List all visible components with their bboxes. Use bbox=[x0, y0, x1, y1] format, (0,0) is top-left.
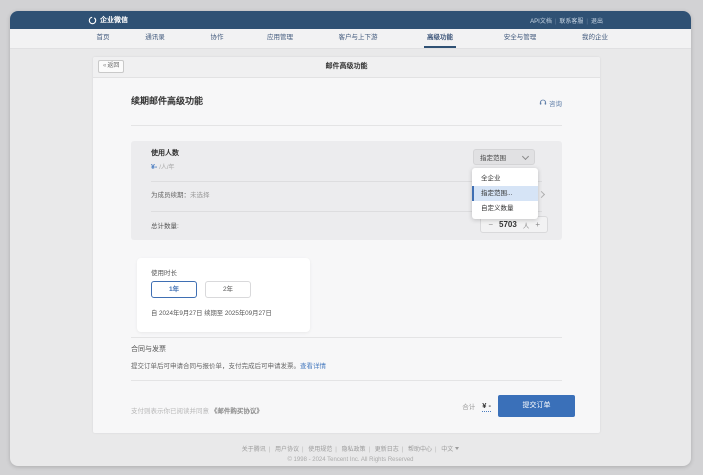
app-window: 企业微信 API文档 联系客服 退出 首页 通讯录 协作 应用管理 客户与上下游… bbox=[10, 11, 691, 466]
nav-item-my-enterprise[interactable]: 我的企业 bbox=[579, 29, 611, 46]
footer-links: 关于腾讯 用户协议 使用规范 隐私政策 更新日志 帮助中心 中文 bbox=[10, 444, 691, 453]
main-nav: 首页 通讯录 协作 应用管理 客户与上下游 高级功能 安全与管理 我的企业 bbox=[10, 29, 691, 49]
topbar-links: API文档 联系客服 退出 bbox=[530, 16, 603, 25]
footer-privacy-policy[interactable]: 隐私政策 bbox=[341, 447, 373, 453]
chevron-down-icon bbox=[522, 152, 529, 159]
renew-row[interactable]: 为成员续期：未选择 bbox=[151, 189, 210, 199]
nav-item-advanced-features[interactable]: 高级功能 bbox=[424, 29, 456, 48]
footer-about-tencent[interactable]: 关于腾讯 bbox=[242, 447, 274, 453]
caret-down-icon bbox=[455, 447, 459, 450]
range-select-value: 指定范围 bbox=[480, 152, 506, 162]
price-unit: /人/年 bbox=[159, 165, 174, 171]
total-quantity-label: 总计数量: bbox=[151, 220, 179, 230]
quantity-unit: 人 bbox=[523, 220, 530, 230]
consult-label: 咨询 bbox=[549, 98, 562, 108]
duration-card: 使用时长 1年 2年 自 2024年9月27日 续期至 2025年09月27日 bbox=[137, 258, 310, 332]
price-amount: ¥- bbox=[151, 164, 157, 171]
checkout-bar: 合计 ¥ - 提交订单 bbox=[462, 395, 575, 417]
chevron-right-icon[interactable] bbox=[538, 191, 545, 198]
duration-label: 使用时长 bbox=[151, 267, 177, 277]
logout-link[interactable]: 退出 bbox=[591, 16, 603, 25]
nav-item-collaboration[interactable]: 协作 bbox=[208, 29, 227, 46]
nav-item-app-management[interactable]: 应用管理 bbox=[264, 29, 296, 46]
purchase-agreement-link[interactable]: 《邮件购买协议》 bbox=[211, 408, 263, 415]
contact-support-link[interactable]: 联系客服 bbox=[559, 16, 591, 25]
divider bbox=[131, 337, 562, 338]
headset-icon bbox=[539, 98, 547, 108]
total-value: ¥ - bbox=[482, 401, 491, 412]
nav-item-security-management[interactable]: 安全与管理 bbox=[501, 29, 540, 46]
footer-user-agreement[interactable]: 用户协议 bbox=[275, 447, 307, 453]
footer-language-selector[interactable]: 中文 bbox=[441, 447, 459, 453]
renewal-period-text: 自 2024年9月27日 续期至 2025年09月27日 bbox=[151, 308, 272, 317]
page-title: 邮件高级功能 bbox=[93, 57, 600, 77]
menu-item-whole-enterprise[interactable]: 全企业 bbox=[472, 171, 538, 186]
brand-logo[interactable]: 企业微信 bbox=[88, 15, 128, 25]
brand-name: 企业微信 bbox=[100, 15, 128, 25]
plus-button[interactable]: + bbox=[535, 221, 540, 229]
total-label: 合计 bbox=[462, 401, 475, 411]
duration-options: 1年 2年 bbox=[151, 281, 251, 298]
usage-price: ¥- /人/年 bbox=[151, 162, 175, 171]
footer-help-center[interactable]: 帮助中心 bbox=[408, 447, 440, 453]
mail-advanced-panel: «返回 邮件高级功能 续期邮件高级功能 咨询 bbox=[93, 57, 600, 433]
language-label: 中文 bbox=[441, 447, 453, 453]
wechat-work-logo-icon bbox=[88, 16, 97, 25]
submit-order-button[interactable]: 提交订单 bbox=[498, 395, 575, 417]
invoice-section-title: 合同与发票 bbox=[131, 344, 166, 354]
menu-item-custom-quantity[interactable]: 自定义数量 bbox=[472, 201, 538, 216]
usage-label: 使用人数 bbox=[151, 148, 179, 158]
range-select[interactable]: 指定范围 bbox=[473, 149, 535, 165]
range-dropdown-menu: 全企业 指定范围... 自定义数量 bbox=[472, 168, 538, 219]
section-title: 续期邮件高级功能 bbox=[131, 94, 203, 107]
divider bbox=[131, 125, 562, 126]
topbar: 企业微信 API文档 联系客服 退出 bbox=[10, 11, 691, 29]
panel-header: «返回 邮件高级功能 bbox=[93, 57, 600, 78]
footer: 关于腾讯 用户协议 使用规范 隐私政策 更新日志 帮助中心 中文 © 1998 … bbox=[10, 444, 691, 463]
view-details-link[interactable]: 查看详情 bbox=[300, 363, 326, 370]
invoice-description: 提交订单后可申请合同与报价单，支付完成后可申请发票。查看详情 bbox=[131, 360, 326, 370]
api-docs-link[interactable]: API文档 bbox=[530, 16, 559, 25]
invoice-desc-text: 提交订单后可申请合同与报价单，支付完成后可申请发票。 bbox=[131, 363, 300, 370]
nav-item-home[interactable]: 首页 bbox=[94, 29, 113, 46]
agreement-prefix: 支付则表示你已阅读并同意 bbox=[131, 408, 211, 415]
consult-link[interactable]: 咨询 bbox=[539, 98, 562, 108]
page-body: «返回 邮件高级功能 续期邮件高级功能 咨询 bbox=[10, 49, 691, 466]
payment-agreement-text: 支付则表示你已阅读并同意 《邮件购买协议》 bbox=[131, 405, 263, 415]
menu-item-specified-range[interactable]: 指定范围... bbox=[472, 186, 538, 201]
duration-1-year-button[interactable]: 1年 bbox=[151, 281, 197, 298]
renew-label: 为成员续期： bbox=[151, 192, 190, 199]
duration-2-year-button[interactable]: 2年 bbox=[205, 281, 251, 298]
nav-item-contacts[interactable]: 通讯录 bbox=[142, 29, 168, 46]
page: 企业微信 API文档 联系客服 退出 首页 通讯录 协作 应用管理 客户与上下游… bbox=[0, 0, 703, 475]
quantity-value[interactable]: 5703 bbox=[499, 220, 517, 229]
renew-value: 未选择 bbox=[190, 192, 210, 199]
footer-usage-rules[interactable]: 使用规范 bbox=[308, 447, 340, 453]
divider bbox=[131, 380, 562, 381]
minus-button[interactable]: − bbox=[488, 221, 493, 229]
nav-item-customers[interactable]: 客户与上下游 bbox=[336, 29, 381, 46]
copyright-text: © 1998 - 2024 Tencent Inc. All Rights Re… bbox=[10, 457, 691, 463]
footer-changelog[interactable]: 更新日志 bbox=[375, 447, 407, 453]
